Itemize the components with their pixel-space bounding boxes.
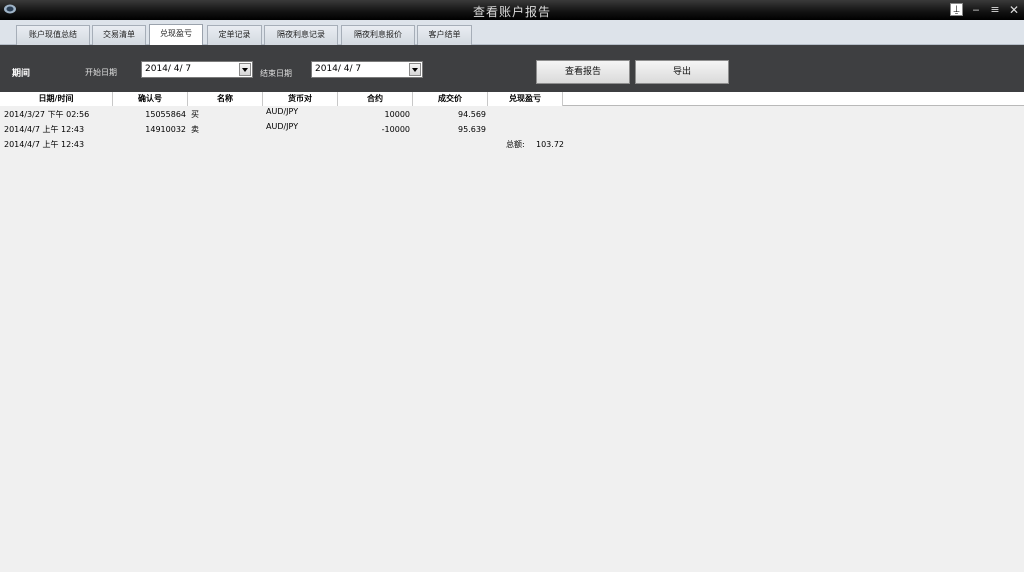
cell-name: 买 bbox=[191, 110, 199, 119]
tab-rollover-records[interactable]: 隔夜利息记录 bbox=[264, 25, 338, 45]
table-header: 日期/时间 确认号 名称 货币对 合约 成交价 兑现盈亏 bbox=[0, 92, 1024, 106]
view-report-button[interactable]: 查看报告 bbox=[536, 60, 630, 84]
pin-icon[interactable]: ⍊ bbox=[950, 3, 963, 16]
chevron-down-icon[interactable] bbox=[239, 63, 251, 76]
table-row[interactable]: 2014/4/7 上午 12:43 14910032 卖 AUD/JPY -10… bbox=[0, 122, 1024, 137]
tab-rollover-quotes[interactable]: 隔夜利息报价 bbox=[341, 25, 415, 45]
tab-bar: 账户现值总结 交易清单 兑现盈亏 定单记录 隔夜利息记录 隔夜利息报价 客户结单 bbox=[0, 20, 1024, 46]
column-header-pnl[interactable]: 兑现盈亏 bbox=[488, 92, 563, 106]
column-header-confirm[interactable]: 确认号 bbox=[113, 92, 188, 106]
column-header-contract[interactable]: 合约 bbox=[338, 92, 413, 106]
chevron-down-icon[interactable] bbox=[409, 63, 421, 76]
maximize-icon[interactable]: ≡ bbox=[987, 3, 1003, 17]
cell-contract: -10000 bbox=[381, 125, 410, 134]
cell-datetime: 2014/4/7 上午 12:43 bbox=[4, 125, 85, 134]
export-button[interactable]: 导出 bbox=[635, 60, 729, 84]
column-header-price[interactable]: 成交价 bbox=[413, 92, 488, 106]
tab-trade-list[interactable]: 交易清单 bbox=[92, 25, 146, 45]
minimize-icon[interactable]: ‒ bbox=[968, 3, 984, 17]
cell-price: 94.569 bbox=[458, 110, 486, 119]
table-row[interactable]: 2014/3/27 下午 02:56 15055864 买 AUD/JPY 10… bbox=[0, 107, 1024, 122]
start-date-value: 2014/ 4/ 7 bbox=[145, 64, 192, 74]
period-label: 期间 bbox=[12, 69, 31, 79]
tab-realized-pnl[interactable]: 兑现盈亏 bbox=[149, 24, 203, 46]
tab-order-history[interactable]: 定单记录 bbox=[207, 25, 262, 45]
close-icon[interactable]: ✕ bbox=[1006, 3, 1022, 17]
cell-pnl bbox=[488, 122, 561, 137]
title-bar: 查看账户报告 ⍊ ‒ ≡ ✕ bbox=[0, 0, 1024, 20]
tab-client-statement[interactable]: 客户结单 bbox=[417, 25, 472, 45]
column-header-name[interactable]: 名称 bbox=[188, 92, 263, 106]
end-date-value: 2014/ 4/ 7 bbox=[315, 64, 362, 74]
cell-datetime: 2014/4/7 上午 12:43 bbox=[4, 140, 85, 149]
cell-confirm: 15055864 bbox=[145, 110, 186, 119]
column-header-datetime[interactable]: 日期/时间 bbox=[0, 92, 113, 106]
end-date-label: 结束日期 bbox=[260, 69, 292, 78]
end-date-picker[interactable]: 2014/ 4/ 7 bbox=[311, 61, 423, 78]
cell-name: 卖 bbox=[191, 125, 199, 134]
cell-pair: AUD/JPY bbox=[266, 107, 299, 116]
total-value: 103.72 bbox=[536, 140, 564, 149]
table-row-total[interactable]: 2014/4/7 上午 12:43 总额: 103.72 bbox=[0, 137, 1024, 152]
window-title: 查看账户报告 bbox=[472, 5, 551, 19]
cell-confirm: 14910032 bbox=[145, 125, 186, 134]
report-table: 日期/时间 确认号 名称 货币对 合约 成交价 兑现盈亏 2014/3/27 下… bbox=[0, 92, 1024, 572]
cell-contract: 10000 bbox=[384, 110, 410, 119]
cell-pair: AUD/JPY bbox=[266, 122, 299, 131]
cell-datetime: 2014/3/27 下午 02:56 bbox=[4, 110, 90, 119]
start-date-picker[interactable]: 2014/ 4/ 7 bbox=[141, 61, 253, 78]
filter-panel: 期间 开始日期 2014/ 4/ 7 结束日期 2014/ 4/ 7 查看报告 … bbox=[0, 45, 1024, 92]
tab-account-summary[interactable]: 账户现值总结 bbox=[16, 25, 90, 45]
total-label: 总额: bbox=[506, 140, 525, 149]
start-date-label: 开始日期 bbox=[85, 68, 117, 77]
cell-pnl bbox=[488, 107, 561, 122]
cell-price: 95.639 bbox=[458, 125, 486, 134]
